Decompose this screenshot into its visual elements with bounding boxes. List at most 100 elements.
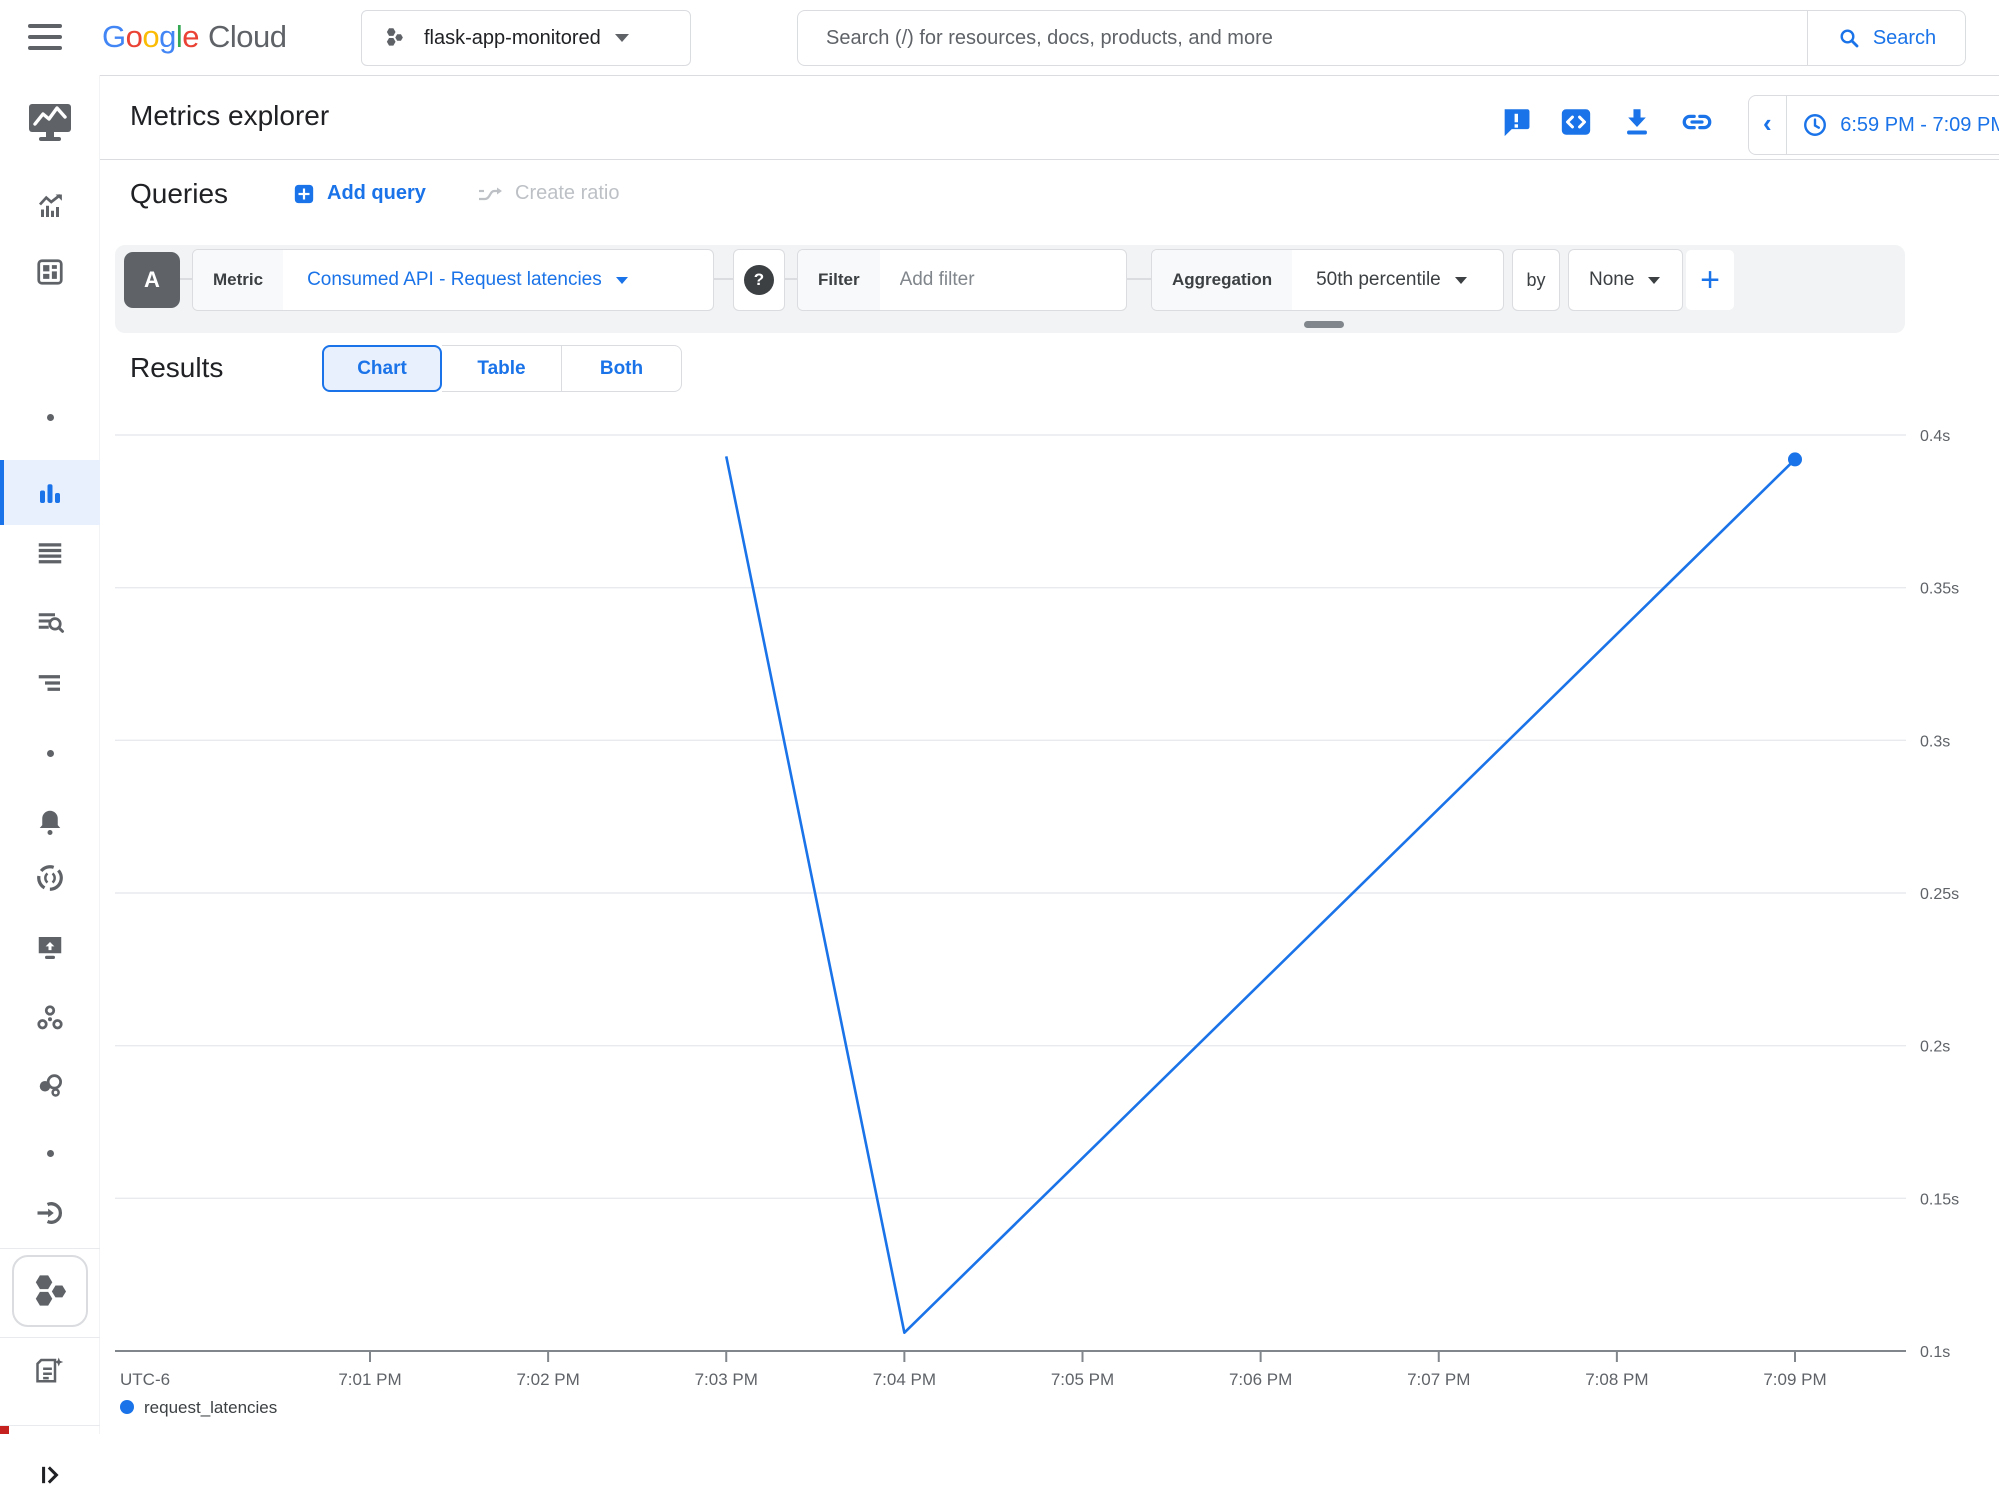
share-link-button[interactable] <box>1679 104 1715 140</box>
sidebar-item-metrics-explorer[interactable] <box>0 460 100 525</box>
latency-line-chart[interactable]: 0.1s0.15s0.2s0.25s0.3s0.35s0.4s7:01 PM7:… <box>100 410 1999 1434</box>
project-hexagons-icon <box>382 25 408 51</box>
metric-value[interactable]: Consumed API - Request latencies <box>283 269 628 291</box>
sidebar-item-overview[interactable] <box>0 179 100 235</box>
expand-panel-icon <box>36 1461 64 1489</box>
sidebar-item-app-hexagons[interactable] <box>12 1255 88 1327</box>
google-wordmark: Google <box>102 19 199 55</box>
time-range-panel: ‹ 6:59 PM - 7:09 PM <box>1748 95 1999 155</box>
screen-share-icon <box>35 932 65 962</box>
add-aggregation-button[interactable]: + <box>1685 249 1735 311</box>
timezone-label: UTC-6 <box>120 1370 170 1389</box>
y-axis-tick-label: 0.35s <box>1920 581 1959 598</box>
x-axis-tick-label: 7:03 PM <box>695 1370 758 1389</box>
sidebar-item-alerting[interactable] <box>0 794 100 850</box>
sidebar-nav <box>0 75 100 1434</box>
metric-help: ? <box>733 249 785 311</box>
connector-line <box>1127 278 1151 280</box>
sidebar-item-list[interactable] <box>0 524 100 580</box>
filter-box: Filter <box>797 249 1127 311</box>
queries-heading: Queries <box>130 178 228 210</box>
sidebar-item-log-search[interactable] <box>0 594 100 650</box>
tab-chart[interactable]: Chart <box>322 345 442 392</box>
sidebar-item-release-notes[interactable] <box>0 1342 100 1398</box>
sidebar-item-monitoring-home[interactable] <box>0 94 100 150</box>
hexagon-cluster-icon <box>28 1269 72 1313</box>
sidebar-separator-dot <box>0 1125 100 1181</box>
legend-swatch <box>120 1400 134 1414</box>
y-axis-tick-label: 0.25s <box>1920 886 1959 903</box>
sidebar-item-groups[interactable] <box>0 990 100 1046</box>
cloud-wordmark: Cloud <box>208 19 287 55</box>
results-heading: Results <box>130 352 223 384</box>
group-by-value[interactable]: None <box>1569 269 1660 291</box>
download-button[interactable] <box>1619 104 1655 140</box>
project-selector[interactable]: flask-app-monitored <box>361 10 691 66</box>
x-axis-tick-label: 7:07 PM <box>1407 1370 1470 1389</box>
add-query-button[interactable]: Add query <box>293 182 426 205</box>
connector-line <box>785 278 797 280</box>
menu-icon[interactable] <box>28 22 64 52</box>
add-query-label: Add query <box>327 182 426 205</box>
sidebar-separator-dot <box>0 389 100 445</box>
dashboards-grid-icon <box>35 257 65 287</box>
aggregation-label: Aggregation <box>1152 250 1292 310</box>
y-axis-tick-label: 0.3s <box>1920 733 1950 750</box>
three-circles-icon <box>35 1003 65 1033</box>
two-circles-icon <box>35 1070 65 1100</box>
sidebar-divider <box>0 1425 100 1426</box>
link-icon <box>1680 105 1714 139</box>
search-button[interactable]: Search <box>1807 11 1965 65</box>
code-editor-button[interactable] <box>1558 104 1594 140</box>
sidebar-item-dashboards[interactable] <box>0 244 100 300</box>
drag-handle[interactable] <box>1304 321 1344 328</box>
sidebar-divider <box>0 1337 100 1338</box>
sidebar-item-dashboards-share[interactable] <box>0 919 100 975</box>
series-end-dot[interactable] <box>1788 452 1802 466</box>
feedback-icon <box>1499 105 1533 139</box>
x-axis-tick-label: 7:06 PM <box>1229 1370 1292 1389</box>
doc-sparkle-icon <box>35 1355 65 1385</box>
sidebar-item-uptime-checks[interactable] <box>0 850 100 906</box>
x-axis-tick-label: 7:02 PM <box>516 1370 579 1389</box>
create-ratio-label: Create ratio <box>515 182 620 205</box>
indented-lines-icon <box>35 667 65 697</box>
sidebar-item-trace-list[interactable] <box>0 654 100 710</box>
menu-lines-icon <box>35 537 65 567</box>
sidebar-item-integrations[interactable] <box>0 1185 100 1241</box>
group-by-selector[interactable]: None <box>1568 249 1683 311</box>
chevron-down-icon <box>1648 277 1660 284</box>
help-icon[interactable]: ? <box>744 265 774 295</box>
legend-label[interactable]: request_latencies <box>144 1398 277 1417</box>
list-search-icon <box>35 607 65 637</box>
metric-selector[interactable]: Metric Consumed API - Request latencies <box>192 249 714 311</box>
google-cloud-logo: Google Cloud <box>102 0 287 74</box>
sidebar-expand-button[interactable] <box>0 1447 100 1503</box>
aggregation-value[interactable]: 50th percentile <box>1292 269 1467 291</box>
filter-input[interactable] <box>880 269 1100 291</box>
chevron-down-icon <box>1455 277 1467 284</box>
top-bar: Google Cloud flask-app-monitored Search <box>0 0 1999 75</box>
tab-table[interactable]: Table <box>442 345 562 392</box>
project-name: flask-app-monitored <box>424 27 601 50</box>
search-icon <box>1837 26 1861 50</box>
create-ratio-button[interactable]: Create ratio <box>477 182 620 205</box>
time-range-value[interactable]: 6:59 PM - 7:09 PM <box>1840 114 1999 137</box>
by-box: by <box>1512 249 1560 311</box>
search-input[interactable] <box>798 11 1807 65</box>
metric-label: Metric <box>193 250 283 310</box>
bell-icon <box>35 807 65 837</box>
monitoring-logo-icon <box>26 100 74 144</box>
feedback-button[interactable] <box>1498 104 1534 140</box>
aggregation-selector[interactable]: Aggregation 50th percentile <box>1151 249 1504 311</box>
paren-circle-icon <box>35 863 65 893</box>
tab-both[interactable]: Both <box>562 345 682 392</box>
query-letter-badge[interactable]: A <box>124 252 180 308</box>
collapse-time-panel-button[interactable]: ‹ <box>1749 108 1786 142</box>
sidebar-item-services[interactable] <box>0 1057 100 1113</box>
trend-chart-icon <box>35 192 65 222</box>
divider <box>1786 95 1787 155</box>
global-search: Search <box>797 10 1966 66</box>
x-axis-tick-label: 7:09 PM <box>1763 1370 1826 1389</box>
y-axis-tick-label: 0.1s <box>1920 1344 1950 1361</box>
